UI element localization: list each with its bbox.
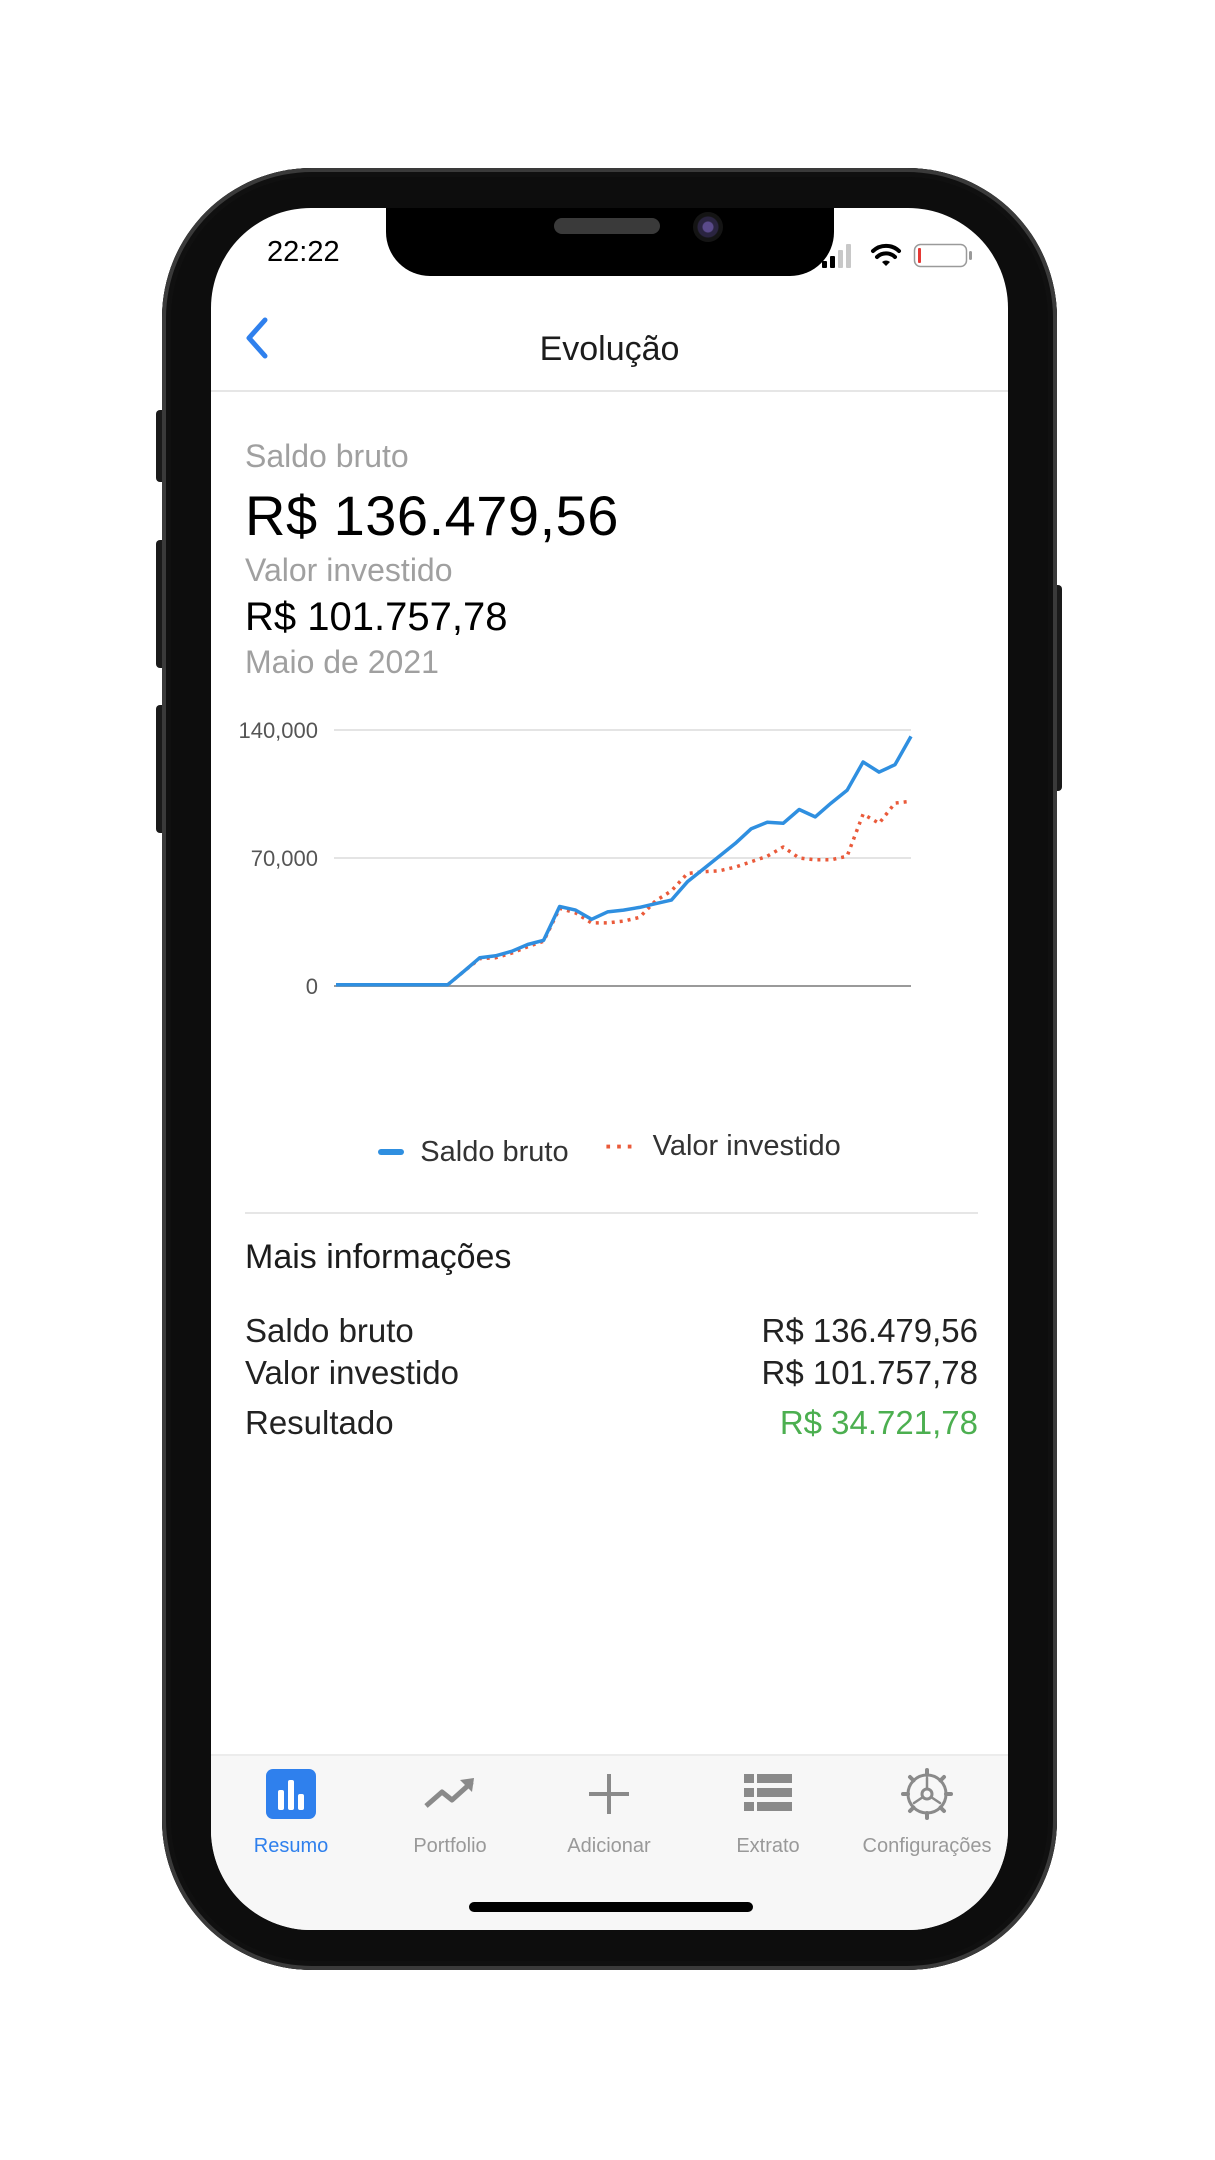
tab-extrato[interactable]: Extrato (688, 1768, 848, 1878)
legend-swatch-gross (378, 1149, 405, 1155)
info-label: Resultado (245, 1404, 394, 1441)
series-line-valor-investido (336, 799, 912, 987)
series-line-saldo-bruto (336, 735, 913, 987)
info-label: Saldo bruto (245, 1312, 414, 1349)
gross-balance-value: R$ 136.479,56 (245, 484, 619, 547)
tab-label: Configurações (862, 1835, 992, 1857)
more-info-title: Mais informações (245, 1238, 512, 1276)
status-time: 22:22 (267, 236, 340, 268)
info-value: R$ 136.479,56 (761, 1312, 978, 1349)
wifi-icon (871, 243, 901, 266)
tab-adicionar[interactable]: Adicionar (529, 1768, 689, 1878)
home-indicator (469, 1902, 753, 1912)
bar-chart-icon (266, 1769, 316, 1819)
phone-screen: 22:22 Evolução Saldo bruto R$ 136.479,56… (211, 208, 1008, 1930)
legend-label-invested: Valor investido (652, 1130, 841, 1162)
info-row-gross: Saldo bruto R$ 136.479,56 (245, 1312, 978, 1354)
tab-configuracoes[interactable]: Configurações (847, 1768, 1007, 1878)
balance-summary: Saldo bruto R$ 136.479,56 Valor investid… (245, 438, 978, 681)
y-tick-label: 140,000 (238, 718, 318, 743)
period-label: Maio de 2021 (245, 644, 439, 680)
invested-value: R$ 101.757,78 (245, 595, 508, 639)
tab-label: Portfolio (413, 1835, 487, 1857)
legend-label-gross: Saldo bruto (420, 1135, 569, 1168)
front-camera (693, 212, 723, 242)
tab-portfolio[interactable]: Portfolio (370, 1768, 530, 1878)
chart-legend: Saldo bruto ··· Valor investido (211, 1130, 1008, 1170)
tab-resumo[interactable]: Resumo (211, 1768, 371, 1878)
result-value: R$ 34.721,78 (779, 1404, 978, 1441)
gross-balance-label: Saldo bruto (245, 438, 409, 474)
info-row-result: Resultado R$ 34.721,78 (245, 1404, 978, 1446)
tab-label: Adicionar (567, 1835, 651, 1857)
evolution-chart: 140,000 70,000 0 (238, 718, 913, 999)
section-divider (245, 1212, 978, 1214)
y-tick-label: 0 (306, 974, 318, 999)
legend-item-gross: Saldo bruto (378, 1135, 569, 1169)
speaker-grille (554, 218, 660, 234)
legend-swatch-invested: ··· (604, 1131, 637, 1161)
notch (386, 208, 834, 276)
gear-icon (901, 1768, 953, 1820)
page-title: Evolução (539, 330, 680, 368)
signal-icon (822, 244, 851, 268)
info-value: R$ 101.757,78 (761, 1354, 978, 1391)
y-tick-label: 70,000 (251, 846, 318, 871)
legend-item-invested: ··· Valor investido (605, 1130, 841, 1163)
info-label: Valor investido (245, 1354, 460, 1391)
invested-label: Valor investido (245, 552, 453, 588)
navigation-bar: Evolução (211, 276, 1008, 392)
list-icon (744, 1774, 792, 1811)
tab-label: Extrato (736, 1835, 800, 1857)
tab-label: Resumo (253, 1835, 329, 1857)
plus-icon (589, 1774, 629, 1814)
status-icons (822, 243, 972, 268)
info-row-invested: Valor investido R$ 101.757,78 (245, 1354, 978, 1396)
trend-up-icon (424, 1778, 474, 1808)
battery-icon (913, 243, 972, 268)
